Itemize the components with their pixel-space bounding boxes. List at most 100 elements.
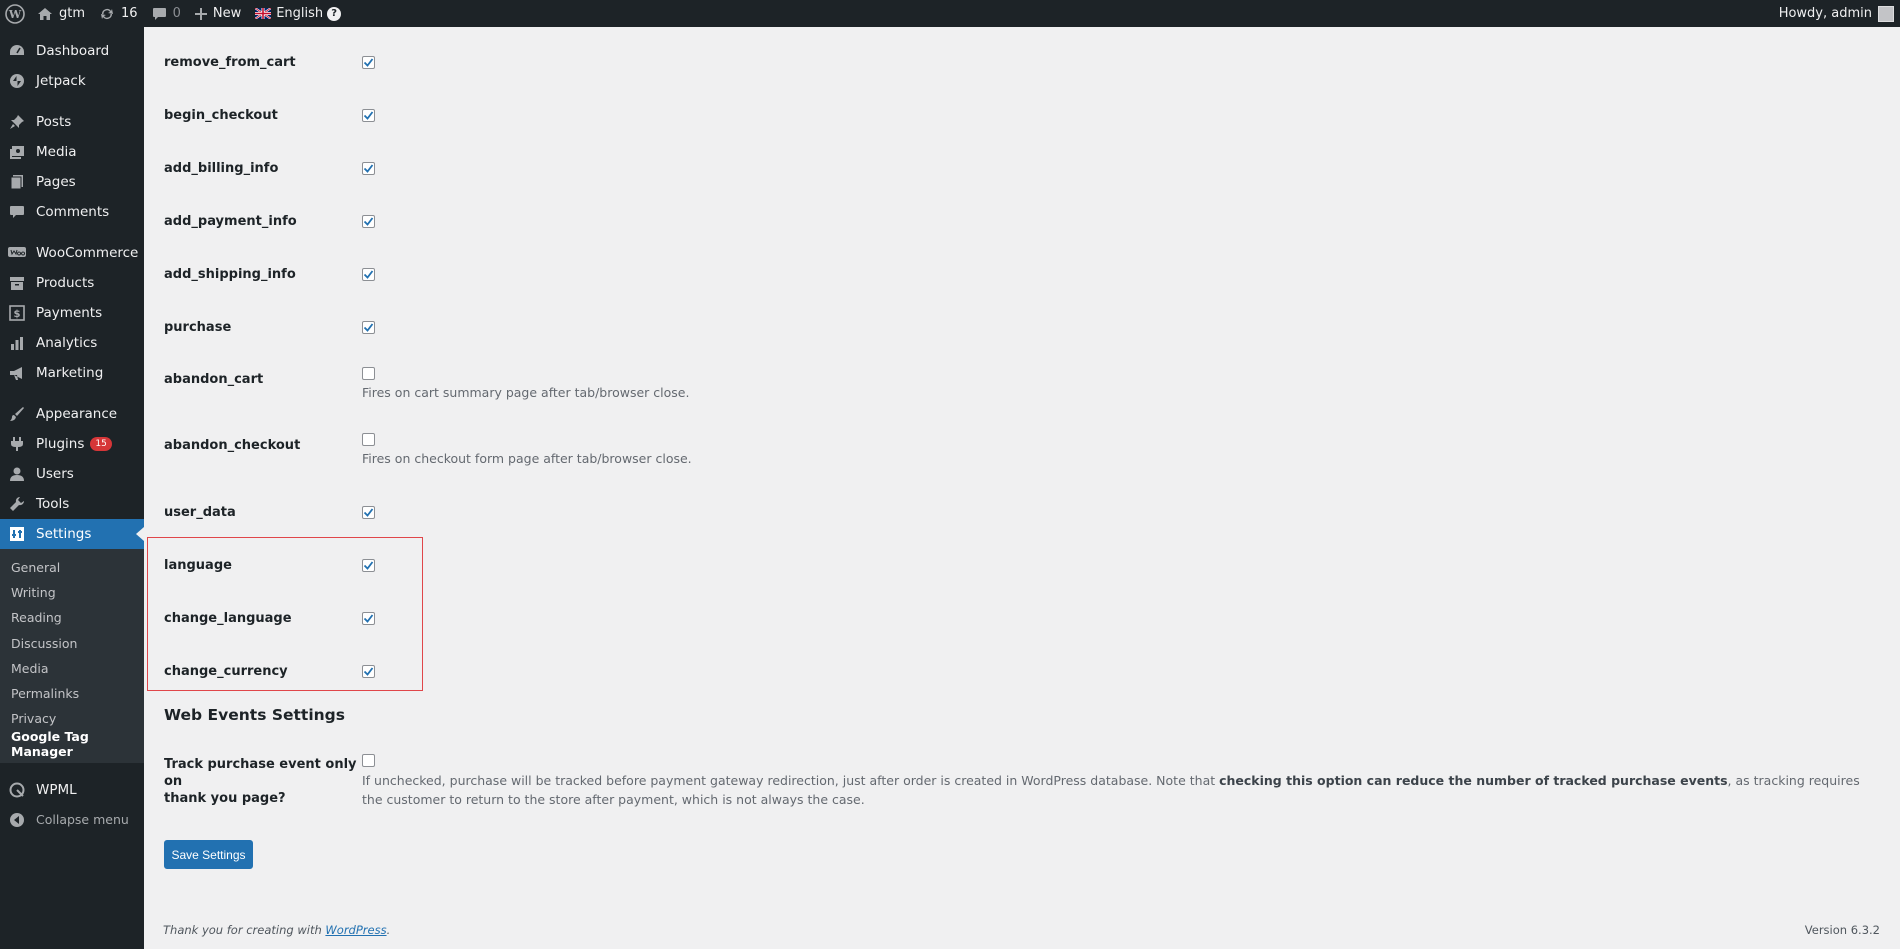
event-checkbox[interactable]: [362, 321, 375, 334]
sidebar-item-label: Plugins: [36, 436, 85, 452]
sidebar-item-payments[interactable]: $ Payments: [0, 298, 144, 328]
submenu-privacy[interactable]: Privacy: [0, 706, 144, 731]
checkmark-icon: [363, 164, 374, 173]
event-checkbox[interactable]: [362, 433, 375, 446]
jetpack-icon: [8, 72, 26, 90]
admin-sidebar: Dashboard Jetpack Posts Media Pages Comm…: [0, 27, 144, 949]
event-checkbox[interactable]: [362, 506, 375, 519]
event-label: purchase: [164, 320, 232, 335]
submenu-reading[interactable]: Reading: [0, 605, 144, 630]
event-checkbox[interactable]: [362, 367, 375, 380]
submenu-google-tag-manager[interactable]: Google Tag Manager: [0, 729, 144, 759]
updates-link[interactable]: 16: [92, 0, 145, 27]
sidebar-item-plugins[interactable]: Plugins 15: [0, 429, 144, 459]
help-icon[interactable]: ?: [327, 6, 342, 21]
comment-icon: [8, 203, 26, 221]
highlight-box: [147, 537, 423, 691]
sidebar-item-label: Jetpack: [36, 73, 86, 89]
track-purchase-label-line2: thank you page?: [164, 791, 286, 806]
sidebar-item-products[interactable]: Products: [0, 268, 144, 298]
settings-icon: [8, 525, 26, 543]
plus-icon: [194, 7, 207, 20]
submenu-discussion[interactable]: Discussion: [0, 631, 144, 656]
event-label: add_payment_info: [164, 214, 297, 229]
admin-bar: W gtm 16 0 New English ? Howdy, admin: [0, 0, 1900, 27]
submenu-media[interactable]: Media: [0, 656, 144, 681]
new-label: New: [212, 6, 242, 21]
event-checkbox[interactable]: [362, 215, 375, 228]
archive-icon: [8, 274, 26, 292]
sidebar-item-label: Marketing: [36, 365, 104, 381]
sidebar-item-label: Pages: [36, 174, 76, 190]
track-purchase-description: If unchecked, purchase will be tracked b…: [362, 773, 1860, 807]
comments-count: 0: [172, 6, 181, 21]
sidebar-item-label: Comments: [36, 204, 110, 220]
sidebar-item-wpml[interactable]: WPML: [0, 775, 144, 805]
collapse-arrow-icon: [8, 811, 26, 829]
user-icon: [8, 465, 26, 483]
language-switcher[interactable]: English ?: [248, 0, 348, 27]
track-purchase-label: Track purchase event only on thank you p…: [164, 756, 364, 807]
event-label: abandon_cart: [164, 372, 264, 387]
wordpress-logo-icon[interactable]: W: [0, 0, 30, 27]
event-checkbox[interactable]: [362, 109, 375, 122]
sidebar-item-media[interactable]: Media: [0, 137, 144, 167]
sidebar-item-jetpack[interactable]: Jetpack: [0, 66, 144, 96]
sidebar-item-marketing[interactable]: Marketing: [0, 358, 144, 388]
submenu-general[interactable]: General: [0, 555, 144, 580]
event-label: add_billing_info: [164, 161, 279, 176]
pin-icon: [8, 113, 26, 131]
dollar-icon: $: [8, 304, 26, 322]
howdy-greeting: Howdy, admin: [1778, 6, 1872, 21]
sidebar-item-users[interactable]: Users: [0, 459, 144, 489]
submenu-writing[interactable]: Writing: [0, 580, 144, 605]
sidebar-item-label: WooCommerce: [36, 245, 139, 261]
event-checkbox[interactable]: [362, 56, 375, 69]
checkmark-icon: [363, 217, 374, 226]
woo-icon: [8, 244, 26, 262]
footer-thanks: Thank you for creating with WordPress.: [163, 923, 391, 937]
sidebar-item-posts[interactable]: Posts: [0, 107, 144, 137]
svg-text:W: W: [8, 8, 22, 21]
updates-count: 16: [121, 6, 138, 21]
sidebar-item-settings[interactable]: Settings: [0, 519, 144, 549]
pages-icon: [8, 173, 26, 191]
sidebar-item-label: Appearance: [36, 406, 118, 422]
sidebar-item-dashboard[interactable]: Dashboard: [0, 36, 144, 66]
new-content-link[interactable]: New: [188, 0, 248, 27]
language-label: English: [276, 6, 324, 21]
plugins-update-badge: 15: [90, 437, 112, 451]
sidebar-item-analytics[interactable]: Analytics: [0, 328, 144, 358]
sidebar-item-label: Posts: [36, 114, 72, 130]
dashboard-icon: [8, 42, 26, 60]
checkmark-icon: [363, 58, 374, 67]
sidebar-item-appearance[interactable]: Appearance: [0, 399, 144, 429]
sidebar-item-woocommerce[interactable]: WooCommerce: [0, 238, 144, 268]
account-menu[interactable]: Howdy, admin: [1772, 0, 1900, 27]
event-checkbox[interactable]: [362, 162, 375, 175]
collapse-menu-button[interactable]: Collapse menu: [0, 805, 144, 835]
sidebar-item-label: Media: [36, 144, 77, 160]
sidebar-item-tools[interactable]: Tools: [0, 489, 144, 519]
sidebar-item-label: Analytics: [36, 335, 98, 351]
checkmark-icon: [363, 270, 374, 279]
wordpress-link[interactable]: WordPress: [325, 923, 386, 937]
submenu-permalinks[interactable]: Permalinks: [0, 681, 144, 706]
megaphone-icon: [8, 364, 26, 382]
event-label: abandon_checkout: [164, 438, 301, 453]
site-name-link[interactable]: gtm: [30, 0, 92, 27]
comments-link[interactable]: 0: [145, 0, 188, 27]
event-label: user_data: [164, 505, 236, 520]
wrench-icon: [8, 495, 26, 513]
checkmark-icon: [363, 323, 374, 332]
event-checkbox[interactable]: [362, 268, 375, 281]
track-purchase-label-line1: Track purchase event only on: [164, 757, 357, 789]
sidebar-item-pages[interactable]: Pages: [0, 167, 144, 197]
event-label: begin_checkout: [164, 108, 278, 123]
sidebar-item-comments[interactable]: Comments: [0, 197, 144, 227]
home-icon: [37, 7, 53, 21]
track-purchase-checkbox[interactable]: [362, 754, 375, 767]
save-settings-button[interactable]: Save Settings: [164, 840, 253, 869]
wpml-icon: [8, 781, 26, 799]
settings-submenu: General Writing Reading Discussion Media…: [0, 549, 144, 763]
